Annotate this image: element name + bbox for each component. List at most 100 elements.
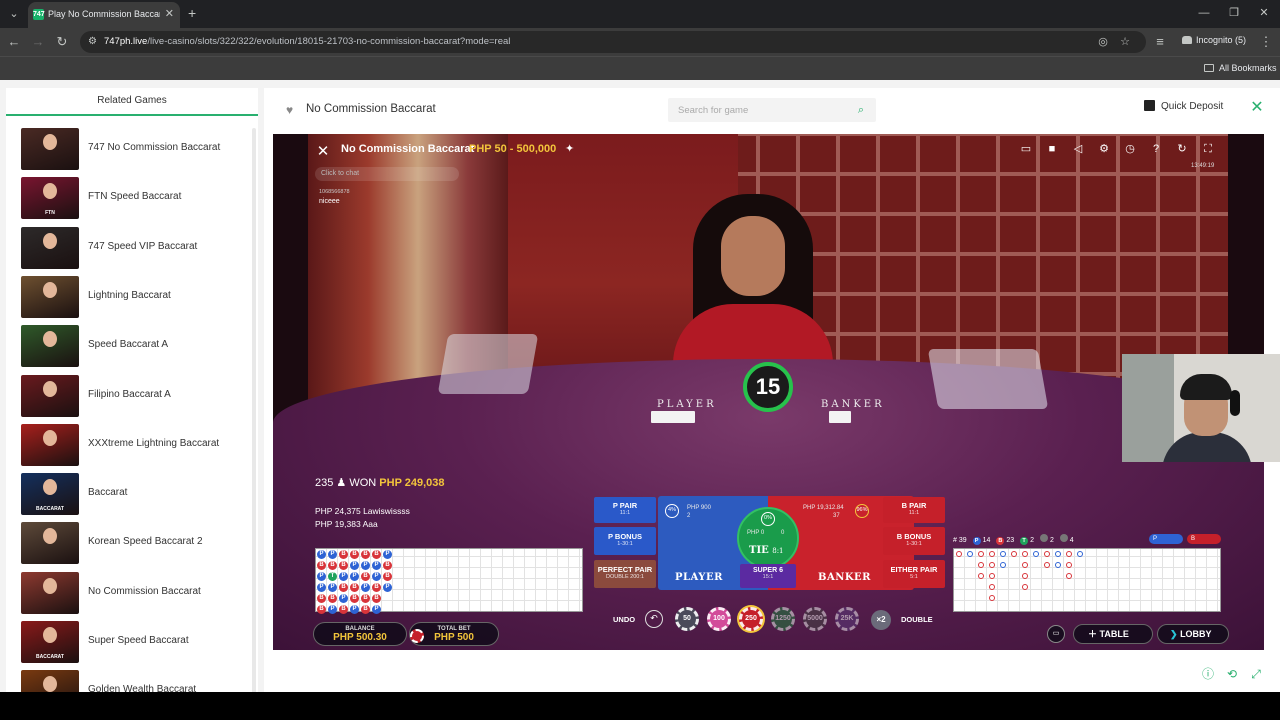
- winner-row: PHP 24,375 Lawiswissss: [315, 506, 410, 516]
- help-icon[interactable]: ?: [1147, 140, 1165, 158]
- favorite-heart-icon[interactable]: ♥: [286, 104, 298, 116]
- winner-amount: PHP 24,375: [315, 506, 361, 516]
- url-text[interactable]: 747ph.live/live-casino/slots/322/322/evo…: [104, 36, 510, 47]
- banker-bonus-bet[interactable]: B BONUS 1-30:1: [883, 527, 945, 555]
- close-game-icon[interactable]: ✕: [1249, 100, 1265, 116]
- game-thumbnail[interactable]: FTN: [21, 177, 79, 220]
- game-name[interactable]: Golden Wealth Baccarat: [88, 684, 196, 692]
- chip-250[interactable]: 250: [739, 607, 763, 631]
- sidebar-scrollbar[interactable]: [252, 128, 256, 696]
- game-name[interactable]: No Commission Baccarat: [88, 586, 201, 597]
- chip-1250[interactable]: 1250: [771, 607, 795, 631]
- tab-close-icon[interactable]: ✕: [165, 7, 174, 21]
- related-game-item[interactable]: Lightning Baccarat: [20, 275, 244, 320]
- bead-road[interactable]: PBPPBBPBTPBPBBPBPBBPPBBPBPBPBBBPPBBPPBBP: [315, 548, 583, 614]
- search-icon[interactable]: ⌕: [854, 103, 868, 117]
- back-icon[interactable]: ←: [6, 34, 22, 50]
- restore-icon[interactable]: ❐: [1224, 6, 1244, 20]
- refresh-icon[interactable]: ↻: [1173, 140, 1191, 158]
- related-game-item[interactable]: XXXtreme Lightning Baccarat: [20, 423, 244, 468]
- big-road[interactable]: [953, 548, 1221, 612]
- live-game-frame[interactable]: PLAYER BANKER 15 ✕ No Commission Baccara…: [273, 134, 1264, 650]
- site-info-icon[interactable]: ⚙: [88, 36, 100, 48]
- game-name[interactable]: 747 Speed VIP Baccarat: [88, 241, 197, 252]
- perfect-pair-bet[interactable]: PERFECT PAIR DOUBLE 200:1: [594, 560, 656, 588]
- game-name[interactable]: 747 No Commission Baccarat: [88, 142, 220, 153]
- quick-deposit-button[interactable]: Quick Deposit: [1144, 100, 1223, 112]
- related-game-item[interactable]: Speed Baccarat A: [20, 325, 244, 369]
- game-thumbnail[interactable]: [21, 374, 79, 417]
- all-bookmarks-button[interactable]: All Bookmarks: [1204, 63, 1277, 73]
- related-game-item[interactable]: Filipino Baccarat A: [20, 374, 244, 419]
- game-thumbnail[interactable]: [21, 325, 79, 368]
- banker-pair-bet[interactable]: B PAIR 11:1: [883, 497, 945, 523]
- mute-icon[interactable]: ◁: [1069, 140, 1087, 158]
- browser-tab[interactable]: 747 Play No Commission Baccarat ✕: [28, 2, 180, 28]
- player-pair-bet[interactable]: P PAIR 11:1: [594, 497, 656, 523]
- minimize-icon[interactable]: —: [1194, 6, 1214, 20]
- reload-icon[interactable]: ↻: [54, 34, 70, 50]
- related-game-item[interactable]: 747 Speed VIP Baccarat: [20, 226, 244, 271]
- game-thumbnail[interactable]: [21, 226, 79, 269]
- game-thumbnail[interactable]: BACCARAT: [21, 473, 79, 516]
- game-name[interactable]: Korean Speed Baccarat 2: [88, 536, 203, 547]
- chip-50[interactable]: 50: [675, 607, 699, 631]
- related-game-item[interactable]: BACCARAT Baccarat: [20, 473, 244, 517]
- related-game-item[interactable]: 747 No Commission Baccarat: [20, 128, 244, 172]
- banker-ask-button[interactable]: B: [1187, 534, 1221, 544]
- related-game-item[interactable]: BACCARAT Super Speed Baccarat: [20, 621, 244, 665]
- lobby-button[interactable]: ❯ LOBBY: [1157, 624, 1229, 644]
- info-icon[interactable]: ⓘ: [1200, 666, 1216, 682]
- tracking-protection-icon[interactable]: ◎: [1096, 35, 1110, 49]
- favorite-star-icon[interactable]: ✦: [565, 142, 574, 155]
- incognito-indicator[interactable]: Incognito (5): [1182, 35, 1246, 45]
- new-tab-icon[interactable]: +: [188, 5, 196, 21]
- game-name[interactable]: FTN Speed Baccarat: [88, 191, 181, 202]
- related-game-item[interactable]: Korean Speed Baccarat 2: [20, 522, 244, 566]
- tab-search-icon[interactable]: ⌄: [6, 6, 22, 22]
- game-thumbnail[interactable]: [21, 128, 79, 170]
- window-close-icon[interactable]: ✕: [1254, 6, 1274, 20]
- reading-list-icon[interactable]: ≡: [1152, 34, 1168, 50]
- related-game-item[interactable]: No Commission Baccarat: [20, 571, 244, 616]
- address-bar[interactable]: ⚙ 747ph.live/live-casino/slots/322/322/e…: [80, 31, 1146, 53]
- chip-100[interactable]: 100: [707, 607, 731, 631]
- game-name[interactable]: Filipino Baccarat A: [88, 389, 171, 400]
- chat-input[interactable]: Click to chat: [315, 167, 459, 181]
- expand-icon[interactable]: ⤢: [1248, 666, 1264, 682]
- search-input[interactable]: [678, 103, 848, 117]
- game-name[interactable]: Super Speed Baccarat: [88, 635, 189, 646]
- game-thumbnail[interactable]: BACCARAT: [21, 621, 79, 663]
- super6-bet[interactable]: SUPER 6 15:1: [740, 564, 796, 588]
- reload-game-icon[interactable]: ⟲: [1224, 666, 1240, 682]
- game-thumbnail[interactable]: [21, 275, 79, 318]
- game-name[interactable]: Lightning Baccarat: [88, 290, 171, 301]
- chat-toggle-icon[interactable]: ▭: [1047, 625, 1065, 643]
- browser-menu-icon[interactable]: ⋮: [1258, 34, 1274, 50]
- related-game-item[interactable]: FTN FTN Speed Baccarat: [20, 177, 244, 221]
- bookmark-star-icon[interactable]: ☆: [1118, 35, 1132, 49]
- chip-5000[interactable]: 5000: [803, 607, 827, 631]
- history-icon[interactable]: ◷: [1121, 140, 1139, 158]
- double-button[interactable]: ×2: [871, 610, 891, 630]
- chat-icon[interactable]: ▭: [1017, 140, 1035, 158]
- settings-icon[interactable]: ⚙: [1095, 140, 1113, 158]
- game-thumbnail[interactable]: [21, 423, 79, 466]
- game-thumbnail[interactable]: [21, 522, 79, 565]
- player-bonus-bet[interactable]: P BONUS 1-30:1: [594, 527, 656, 555]
- fullscreen-icon[interactable]: ⛶: [1199, 140, 1217, 158]
- player-ask-button[interactable]: P: [1149, 534, 1183, 544]
- game-name[interactable]: XXXtreme Lightning Baccarat: [88, 438, 219, 449]
- game-thumbnail[interactable]: [21, 571, 79, 614]
- either-pair-bet[interactable]: EITHER PAIR 5:1: [883, 560, 945, 588]
- related-game-item[interactable]: Golden Wealth Baccarat: [20, 670, 244, 692]
- video-icon[interactable]: ■: [1043, 140, 1061, 158]
- game-name[interactable]: Speed Baccarat A: [88, 339, 168, 350]
- game-thumbnail[interactable]: [21, 670, 79, 692]
- chip-25k[interactable]: 25K: [835, 607, 859, 631]
- undo-icon[interactable]: ↶: [645, 610, 663, 628]
- table-button[interactable]: ＋ TABLE: [1073, 624, 1153, 644]
- forward-icon[interactable]: →: [30, 34, 46, 50]
- game-name[interactable]: Baccarat: [88, 487, 127, 498]
- frame-close-icon[interactable]: ✕: [313, 142, 333, 162]
